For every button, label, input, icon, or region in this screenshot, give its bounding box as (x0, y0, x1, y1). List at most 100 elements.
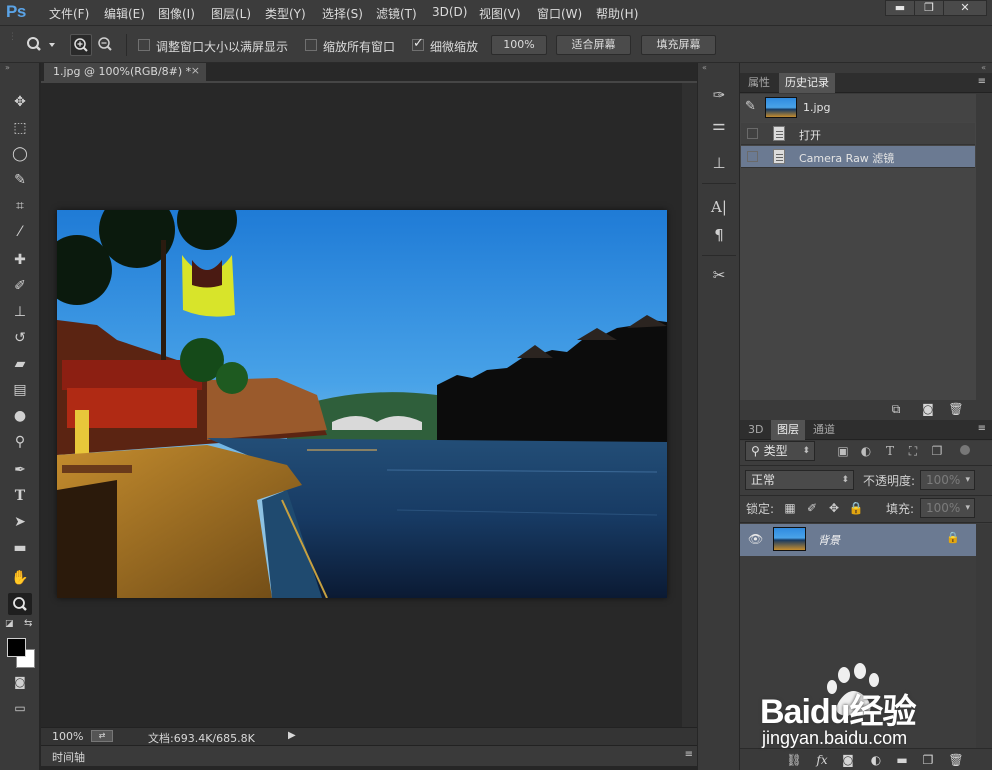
collapse-icon[interactable]: « (981, 63, 986, 72)
add-mask-icon[interactable]: ◙ (840, 753, 856, 767)
menu-image[interactable]: 图像(I) (158, 5, 195, 22)
filter-pixel-icon[interactable]: ▣ (835, 443, 851, 459)
eyedropper-tool-icon[interactable]: ⁄ (8, 221, 32, 243)
filter-smart-object-icon[interactable]: ❐ (929, 443, 945, 459)
zoom-level[interactable]: 100% (52, 730, 83, 743)
document-tab[interactable]: 1.jpg @ 100%(RGB/8#) * × (44, 63, 206, 81)
quick-select-tool-icon[interactable]: ✎ (8, 169, 32, 191)
tab-history[interactable]: 历史记录 (779, 73, 835, 93)
tab-properties[interactable]: 属性 (742, 73, 776, 93)
screen-mode-icon[interactable]: ▭ (8, 697, 32, 719)
status-menu-arrow-icon[interactable]: ▶ (288, 730, 296, 741)
gradient-tool-icon[interactable]: ▤ (8, 379, 32, 401)
new-group-icon[interactable]: ▬ (894, 753, 910, 767)
filter-shape-icon[interactable]: ⛶ (905, 443, 921, 459)
adjustment-layer-icon[interactable]: ◐ (868, 753, 884, 767)
vertical-scrollbar[interactable] (682, 83, 697, 727)
fill-field[interactable]: 100% ▾ (920, 498, 975, 518)
dodge-tool-icon[interactable]: ⚲ (8, 431, 32, 453)
menu-filter[interactable]: 滤镜(T) (376, 5, 417, 22)
fit-screen-button[interactable]: 适合屏幕 (556, 35, 631, 55)
zoom-in-icon[interactable] (70, 34, 92, 56)
tab-channels[interactable]: 通道 (807, 420, 841, 440)
layer-name[interactable]: 背景 (818, 532, 840, 548)
filter-adjustment-icon[interactable]: ◐ (858, 443, 874, 459)
crop-tool-icon[interactable]: ⌗ (8, 195, 32, 217)
history-source-checkbox[interactable] (747, 151, 758, 162)
collapse-icon[interactable]: « (702, 63, 707, 72)
type-tool-icon[interactable]: T (8, 485, 32, 507)
healing-brush-tool-icon[interactable]: ✚ (8, 249, 32, 271)
menu-select[interactable]: 选择(S) (322, 5, 363, 22)
menu-help[interactable]: 帮助(H) (596, 5, 638, 22)
lasso-tool-icon[interactable]: ◯ (8, 143, 32, 165)
blend-mode-dropdown[interactable]: 正常 ⬍ (745, 470, 854, 490)
collapse-icon[interactable]: » (5, 63, 10, 72)
swap-colors-icon[interactable]: ⇆ (24, 618, 32, 629)
rectangle-tool-icon[interactable]: ▬ (8, 537, 32, 559)
new-layer-icon[interactable]: ❐ (920, 753, 936, 767)
menu-window[interactable]: 窗口(W) (537, 5, 582, 22)
history-scrollbar[interactable] (976, 94, 992, 409)
timeline-label[interactable]: 时间轴 (52, 749, 85, 765)
fill-screen-button[interactable]: 填充屏幕 (641, 35, 716, 55)
history-step[interactable]: Camera Raw 滤镜 (741, 146, 975, 168)
snapshot-camera-icon[interactable]: ◙ (920, 402, 936, 416)
menu-3d[interactable]: 3D(D) (432, 5, 467, 19)
hand-tool-icon[interactable]: ✋ (8, 567, 32, 589)
layers-scrollbar[interactable] (976, 524, 992, 748)
lock-transparent-pixels-icon[interactable]: ▦ (782, 500, 798, 516)
panel-menu-icon[interactable]: ≡ (978, 76, 986, 87)
zoom-tool-icon[interactable] (8, 593, 32, 615)
tab-layers[interactable]: 图层 (771, 420, 805, 440)
path-select-tool-icon[interactable]: ➤ (8, 511, 32, 533)
trash-icon[interactable]: 🗑 (948, 402, 964, 416)
eye-icon[interactable]: 👁 (748, 532, 763, 546)
menu-edit[interactable]: 编辑(E) (104, 5, 145, 22)
opacity-field[interactable]: 100% ▾ (920, 470, 975, 490)
new-document-from-state-icon[interactable]: ⧉ (888, 402, 904, 416)
clone-stamp-tool-icon[interactable]: ⊥ (8, 301, 32, 323)
fx-icon[interactable]: fx (814, 753, 830, 767)
lock-position-icon[interactable]: ✥ (826, 500, 842, 516)
pen-tool-icon[interactable]: ✒ (8, 459, 32, 481)
menu-layer[interactable]: 图层(L) (211, 5, 251, 22)
history-brush-source-icon[interactable]: ✎ (745, 99, 756, 114)
minimize-button[interactable]: ▬ (885, 0, 915, 16)
trash-icon[interactable]: 🗑 (948, 753, 964, 767)
resize-windows-checkbox[interactable] (138, 39, 150, 51)
move-tool-icon[interactable]: ✥ (8, 91, 32, 113)
blur-tool-icon[interactable]: ● (8, 405, 32, 427)
menu-file[interactable]: 文件(F) (49, 5, 89, 22)
document-image[interactable] (57, 210, 667, 598)
panel-menu-icon[interactable]: ≡ (978, 423, 986, 434)
lock-image-pixels-icon[interactable]: ✐ (804, 500, 820, 516)
tool-presets-icon[interactable]: ✂ (706, 263, 732, 287)
clone-source-icon[interactable]: ⊥ (706, 151, 732, 175)
link-layers-icon[interactable]: ⛓ (786, 753, 802, 767)
close-button[interactable]: ✕ (943, 0, 987, 16)
lock-all-icon[interactable]: 🔒 (848, 500, 864, 516)
brush-presets-icon[interactable]: ✑ (706, 83, 732, 107)
layer-filter-dropdown[interactable]: ⚲ 类型 ⬍ (745, 441, 815, 461)
panel-menu-icon[interactable]: ≡ (685, 749, 693, 760)
zoom-out-icon[interactable] (95, 34, 117, 56)
close-tab-icon[interactable]: × (191, 64, 200, 77)
brush-tool-icon[interactable]: ✐ (8, 275, 32, 297)
default-colors-icon[interactable]: ◪ (5, 619, 14, 629)
history-step[interactable]: 打开 (741, 123, 975, 145)
zoom-all-checkbox[interactable] (305, 39, 317, 51)
filter-type-icon[interactable]: T (882, 443, 898, 459)
layer-row[interactable]: 👁 背景 🔒 (740, 524, 976, 556)
filter-toggle-icon[interactable] (960, 445, 970, 455)
history-snapshot[interactable]: ✎ 1.jpg (740, 94, 976, 122)
quick-mask-icon[interactable]: ◙ (8, 671, 32, 693)
photoshop-logo[interactable]: Ps (6, 2, 26, 22)
menu-view[interactable]: 视图(V) (479, 5, 521, 22)
foreground-color-swatch[interactable] (7, 638, 26, 657)
history-source-checkbox[interactable] (747, 128, 758, 139)
eraser-tool-icon[interactable]: ▰ (8, 353, 32, 375)
share-icon[interactable]: ⇄ (91, 730, 113, 742)
marquee-tool-icon[interactable]: ⬚ (8, 117, 32, 139)
zoom-100-button[interactable]: 100% (491, 35, 547, 55)
